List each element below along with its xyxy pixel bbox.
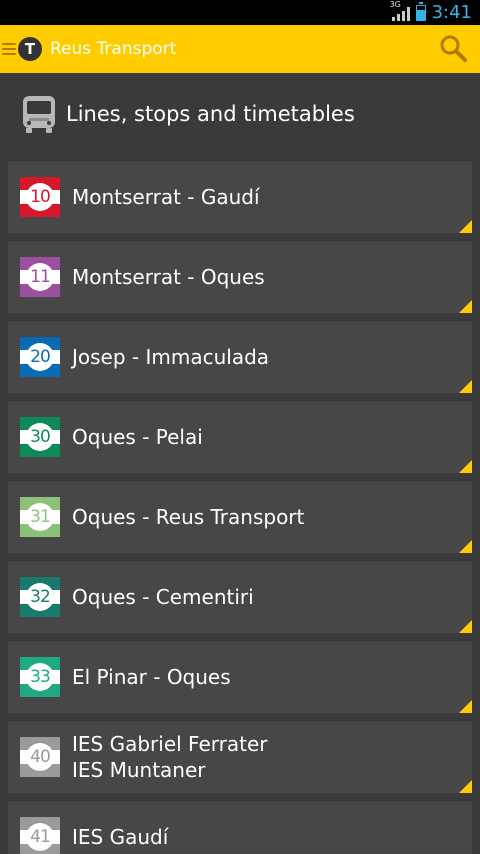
line-item[interactable]: 20 Josep - Immaculada <box>8 321 472 393</box>
line-name-row: IES Gabriel Ferrater <box>72 732 268 756</box>
corner-indicator-icon <box>459 540 472 553</box>
line-number: 11 <box>26 263 54 291</box>
line-name-row: El Pinar - Oques <box>72 665 231 689</box>
line-number: 10 <box>26 183 54 211</box>
line-item[interactable]: 11 Montserrat - Oques <box>8 241 472 313</box>
line-name-row: Montserrat - Gaudí <box>72 185 260 209</box>
line-badge: 30 <box>20 417 60 457</box>
line-badge: 20 <box>20 337 60 377</box>
action-bar: T Reus Transport <box>0 25 480 73</box>
line-number: 20 <box>26 343 54 371</box>
corner-indicator-icon <box>459 300 472 313</box>
line-number: 32 <box>26 583 54 611</box>
network-type: 3G <box>389 0 401 9</box>
line-badge: 11 <box>20 257 60 297</box>
signal-icon: 3G <box>390 0 410 21</box>
line-number: 41 <box>26 823 54 851</box>
line-number: 30 <box>26 423 54 451</box>
line-name: IES Gabriel Ferrater IES Muntaner <box>72 731 267 783</box>
menu-icon[interactable] <box>2 43 16 55</box>
line-badge: 40 <box>20 737 60 777</box>
line-name: Oques - Pelai <box>72 424 203 450</box>
line-badge: 41 <box>20 817 60 854</box>
corner-indicator-icon <box>459 460 472 473</box>
corner-indicator-icon <box>459 700 472 713</box>
line-name-row: IES Gaudí <box>72 825 169 849</box>
battery-icon <box>415 1 426 21</box>
app-logo[interactable]: T <box>18 37 42 61</box>
line-item[interactable]: 33 El Pinar - Oques <box>8 641 472 713</box>
corner-indicator-icon <box>459 620 472 633</box>
status-bar: 3G 3:41 <box>0 0 480 25</box>
corner-indicator-icon <box>459 380 472 393</box>
line-item[interactable]: 32 Oques - Cementiri <box>8 561 472 633</box>
line-number: 40 <box>26 743 54 771</box>
line-item[interactable]: 41 IES Gaudí <box>8 801 472 854</box>
app-title: Reus Transport <box>50 39 177 59</box>
line-number: 33 <box>26 663 54 691</box>
bus-icon <box>23 96 55 133</box>
line-name: Montserrat - Gaudí <box>72 184 260 210</box>
section-title: Lines, stops and timetables <box>66 102 355 126</box>
line-item[interactable]: 40 IES Gabriel Ferrater IES Muntaner <box>8 721 472 793</box>
line-badge: 32 <box>20 577 60 617</box>
line-number: 31 <box>26 503 54 531</box>
line-name: Oques - Cementiri <box>72 584 254 610</box>
line-name: IES Gaudí <box>72 824 168 850</box>
line-list: 10 Montserrat - Gaudí 11 Montserrat - Oques… <box>8 161 472 854</box>
line-badge: 33 <box>20 657 60 697</box>
section-header: Lines, stops and timetables <box>0 73 480 155</box>
clock: 3:41 <box>431 2 472 23</box>
line-name-row: Montserrat - Oques <box>72 265 265 289</box>
line-name-row: Oques - Pelai <box>72 425 203 449</box>
line-item[interactable]: 31 Oques - Reus Transport <box>8 481 472 553</box>
line-name-row: Oques - Reus Transport <box>72 505 305 529</box>
corner-indicator-icon <box>459 220 472 233</box>
line-badge: 10 <box>20 177 60 217</box>
line-item[interactable]: 30 Oques - Pelai <box>8 401 472 473</box>
line-name: Josep - Immaculada <box>72 344 269 370</box>
line-name-row: IES Muntaner <box>72 758 206 782</box>
line-name-row: Josep - Immaculada <box>72 345 270 369</box>
line-name: Oques - Reus Transport <box>72 504 304 530</box>
logo-letter: T <box>24 40 36 58</box>
corner-indicator-icon <box>459 780 472 793</box>
line-badge: 31 <box>20 497 60 537</box>
line-item[interactable]: 10 Montserrat - Gaudí <box>8 161 472 233</box>
search-icon[interactable] <box>438 33 468 63</box>
line-name: El Pinar - Oques <box>72 664 231 690</box>
line-name-row: Oques - Cementiri <box>72 585 254 609</box>
line-name: Montserrat - Oques <box>72 264 265 290</box>
